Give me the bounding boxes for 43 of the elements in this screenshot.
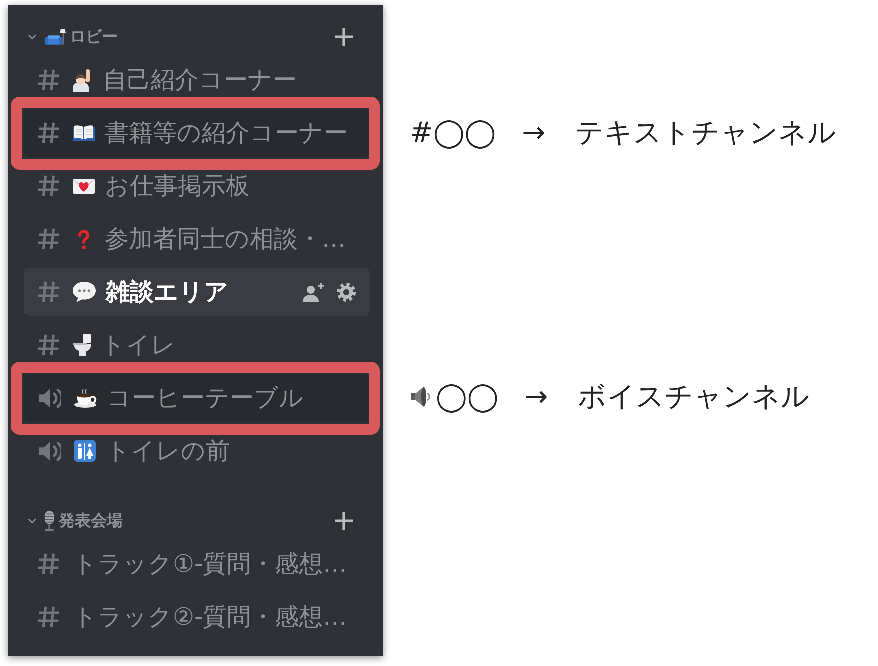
legend-term: ◯◯ (436, 379, 499, 415)
microphone-icon (44, 511, 55, 531)
plus-icon[interactable] (334, 511, 354, 531)
person-raising-hand-icon (73, 68, 93, 92)
legend-term: #◯◯ (410, 115, 496, 151)
coffee-cup-icon (74, 388, 97, 408)
heart-envelope-icon (73, 178, 95, 194)
question-mark-icon (78, 228, 90, 250)
channel-item[interactable]: 参加者同士の相談・… (24, 215, 370, 263)
legend-arrow: → (524, 379, 548, 415)
channel-item[interactable]: トラック②-質問・感想… (24, 593, 370, 641)
hash-icon (38, 281, 60, 303)
legend-label: ボイスチャンネル (578, 379, 810, 415)
speech-bubble-icon (73, 282, 96, 302)
hash-icon (38, 228, 60, 250)
add-member-icon[interactable] (303, 282, 325, 302)
speaker-icon (410, 387, 432, 407)
hash-icon (38, 334, 60, 356)
channel-item[interactable]: 書籍等の紹介コーナー (24, 109, 370, 157)
hash-icon (38, 69, 60, 91)
plus-icon[interactable] (334, 27, 354, 47)
channel-item[interactable]: 自己紹介コーナー (24, 56, 370, 104)
category-header[interactable]: ロビー (28, 25, 118, 49)
gear-icon[interactable] (337, 282, 356, 302)
legend-arrow: → (522, 115, 546, 151)
restroom-sign-icon (74, 440, 96, 462)
hash-icon (38, 606, 60, 628)
legend-label: テキストチャンネル (576, 115, 837, 151)
hash-icon (38, 122, 60, 144)
channel-item[interactable]: お仕事掲示板 (24, 162, 370, 210)
hash-icon (38, 553, 60, 575)
couch-icon (44, 28, 66, 46)
channel-item[interactable]: トイレ (24, 321, 370, 369)
channel-item[interactable]: コーヒーテーブル (24, 374, 370, 422)
channel-item[interactable]: トイレの前 (24, 427, 370, 475)
book-icon (73, 125, 95, 141)
hash-icon (38, 175, 60, 197)
toilet-icon (73, 334, 91, 356)
channel-item[interactable]: トラック①-質問・感想… (24, 540, 370, 588)
speaker-icon (38, 440, 61, 462)
channel-item[interactable]: 雑談エリア (24, 268, 370, 316)
speaker-icon (38, 386, 61, 410)
category-header[interactable]: 発表会場 (28, 509, 123, 533)
